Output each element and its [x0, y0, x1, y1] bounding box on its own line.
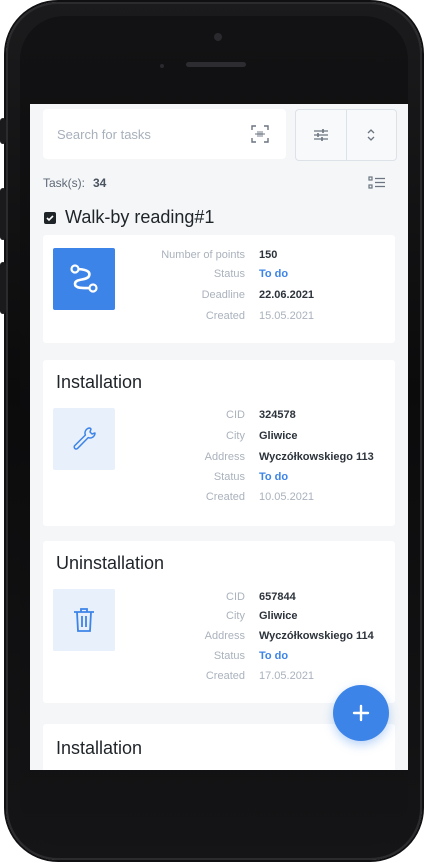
sort-button[interactable]	[345, 110, 397, 160]
task-count-value: 34	[93, 176, 107, 190]
add-task-button[interactable]	[333, 685, 389, 741]
card-title: Walk-by reading#1	[43, 207, 214, 228]
sliders-icon	[313, 129, 328, 141]
search-bar	[43, 109, 286, 159]
sensor-icon	[160, 64, 164, 68]
checklist-icon	[44, 211, 56, 224]
plus-icon	[352, 704, 370, 722]
app-screen: Task(s): 34 Walk-by reading#1 Number of p…	[30, 104, 408, 770]
card-title: Uninstallation	[56, 553, 165, 573]
scan-icon[interactable]	[250, 124, 270, 144]
task-count: Task(s): 34	[43, 176, 106, 190]
speaker-grill	[186, 62, 246, 67]
trash-icon	[53, 589, 115, 651]
camera-icon	[214, 33, 222, 41]
card-title: Installation	[56, 738, 143, 758]
side-button	[0, 188, 6, 240]
chevron-updown-icon	[367, 129, 375, 141]
route-icon	[53, 248, 115, 310]
side-button	[0, 118, 6, 144]
filter-sort-group	[295, 109, 397, 161]
search-input[interactable]	[55, 125, 239, 143]
task-count-label: Task(s):	[43, 176, 85, 190]
side-button	[0, 262, 6, 314]
task-card[interactable]: Installation CID 324578 City Gliwice Addre…	[43, 360, 395, 526]
filter-button[interactable]	[296, 110, 346, 160]
wrench-icon	[53, 408, 115, 470]
task-card[interactable]: Uninstallation CID 657844 City Gliwice Add…	[43, 541, 395, 703]
task-card[interactable]: Number of points 150 Status To do Deadline…	[43, 235, 395, 343]
list-view-icon[interactable]	[368, 176, 386, 190]
card-title: Installation	[56, 372, 143, 392]
